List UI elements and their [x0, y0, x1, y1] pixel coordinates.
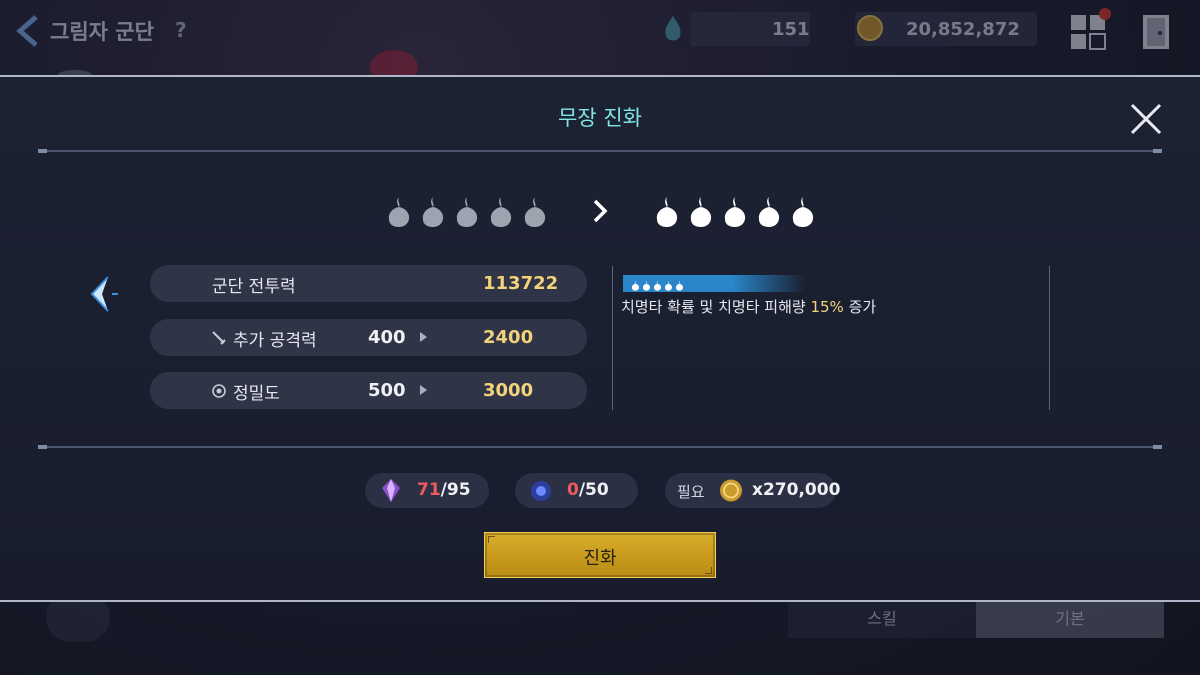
material-need: /95 [440, 480, 471, 500]
grade-spirit-icon [388, 197, 410, 227]
divider-top [38, 149, 1162, 153]
stat-old-value: 500 [368, 380, 406, 401]
cost-amount: x270,000 [752, 480, 841, 500]
stat-new-value: 2400 [483, 327, 534, 348]
gold-coin-icon [720, 479, 742, 502]
grade-spirit-icon [456, 197, 478, 227]
material-need: /50 [578, 480, 609, 500]
grade-mini-spirit-icon [643, 280, 650, 291]
grade-mini-icons [631, 276, 686, 291]
target-icon [212, 384, 226, 398]
evolve-button[interactable]: 진화 [484, 532, 716, 578]
grade-spirit-icon [422, 197, 444, 227]
purple-crystal-icon [382, 479, 400, 502]
help-icon[interactable]: ? [175, 18, 187, 42]
grade-spirit-icon [490, 197, 512, 227]
stat-row-power: 군단 전투력 113722 [150, 265, 587, 302]
cost-label: 필요 [677, 483, 705, 501]
stamina-value: 151 [772, 19, 810, 40]
blue-orb-icon [531, 481, 551, 501]
gold-value: 20,852,872 [906, 19, 1020, 40]
stat-old-value: 400 [368, 327, 406, 348]
material-have: 71 [417, 480, 441, 500]
grade-spirit-icon [690, 197, 712, 227]
gold-cost: 필요 x270,000 [665, 473, 840, 508]
stat-label: 추가 공격력 [233, 331, 317, 351]
stat-row-precision: 정밀도 500 3000 [150, 372, 587, 409]
stat-row-attack: 추가 공격력 400 2400 [150, 319, 587, 356]
effect-text: 치명타 확률 및 치명타 피해량 15% 증가 [621, 296, 876, 317]
stat-label: 군단 전투력 [212, 277, 296, 297]
grade-spirit-icon [724, 197, 746, 227]
menu-grid-icon[interactable] [1070, 14, 1106, 50]
screen-title: 그림자 군단 [50, 20, 154, 44]
grade-spirit-icon [792, 197, 814, 227]
game-screen: 그림자 군단 ? 151 20,852,872 스킬 기본 무장 진화 군단 전… [0, 0, 1200, 675]
gold-coin-icon [857, 15, 883, 41]
stat-value: 113722 [483, 273, 559, 294]
exit-door-icon[interactable] [1141, 13, 1171, 51]
chevron-right-icon [593, 199, 608, 223]
stamina-icon [665, 16, 681, 41]
dialog-title: 무장 진화 [558, 106, 642, 130]
divider-bottom [38, 445, 1162, 449]
effect-text-part: 치명타 확률 및 치명타 피해량 [621, 298, 811, 316]
tab-skill[interactable]: 스킬 [788, 600, 976, 638]
effect-highlight: 15% [810, 298, 844, 316]
material-crystal[interactable]: 71/95 [365, 473, 489, 508]
grade-mini-spirit-icon [665, 280, 672, 291]
background-tabs: 스킬 기본 [788, 600, 1164, 638]
grade-bar [623, 275, 805, 292]
stat-label: 정밀도 [233, 384, 280, 404]
previous-arrow-icon[interactable] [84, 273, 120, 315]
grade-mini-spirit-icon [676, 280, 683, 291]
material-count: 0/50 [567, 480, 609, 500]
effect-description-box: 치명타 확률 및 치명타 피해량 15% 증가 [612, 266, 1050, 410]
sword-icon [212, 331, 226, 345]
close-icon[interactable] [1128, 101, 1164, 137]
evolve-button-label: 진화 [583, 548, 617, 569]
material-orb[interactable]: 0/50 [515, 473, 638, 508]
arrow-right-icon [420, 385, 427, 395]
notification-badge [1099, 8, 1111, 20]
top-hud: 그림자 군단 ? 151 20,852,872 [0, 0, 1200, 72]
weapon-evolution-dialog: 무장 진화 군단 전투력 113722 추가 공격력 400 2400 정밀도 … [0, 75, 1200, 602]
grade-mini-spirit-icon [632, 280, 639, 291]
effect-text-part: 증가 [843, 298, 877, 316]
arrow-right-icon [420, 332, 427, 342]
grade-spirit-icon [758, 197, 780, 227]
back-arrow-icon[interactable] [14, 14, 42, 48]
material-count: 71/95 [417, 480, 471, 500]
grade-mini-spirit-icon [654, 280, 661, 291]
grade-spirit-icon [524, 197, 546, 227]
grade-spirit-icon [656, 197, 678, 227]
stat-new-value: 3000 [483, 380, 534, 401]
material-have: 0 [567, 480, 579, 500]
tab-basic[interactable]: 기본 [976, 600, 1164, 638]
